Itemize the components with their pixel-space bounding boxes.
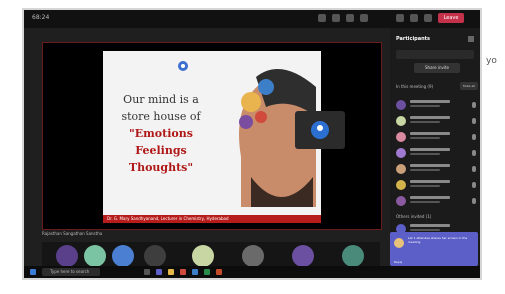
- participant-tile[interactable]: [292, 245, 314, 267]
- avatar: [396, 116, 406, 126]
- participant-name: [410, 224, 450, 227]
- slide-footer: Dr. G. Mary Sandhyanand, Lecturer in Che…: [103, 215, 321, 223]
- close-icon[interactable]: [468, 36, 474, 42]
- pinned-participant-name: Rajasthan Sangathan Sanstha: [42, 231, 103, 236]
- mic-icon: [472, 118, 476, 124]
- participant-role: [410, 121, 440, 123]
- windows-icon[interactable]: [30, 269, 36, 275]
- camera-icon[interactable]: [396, 14, 404, 22]
- slide-line: Feelings: [135, 144, 187, 157]
- others-invited-label: Others invited (1): [396, 214, 432, 219]
- mic-icon[interactable]: [410, 14, 418, 22]
- participant-name: [410, 116, 450, 119]
- participant-tile[interactable]: [56, 245, 78, 267]
- avatar: [396, 196, 406, 206]
- excel-icon[interactable]: [204, 269, 210, 275]
- teams-icon[interactable]: [156, 269, 162, 275]
- participants-panel: Participants Share invite In this meetin…: [390, 28, 480, 266]
- taskbar-search[interactable]: Type here to search: [42, 268, 100, 276]
- presentation-slide: Our mind is a store house of "Emotions F…: [103, 51, 321, 223]
- share-invite-button[interactable]: Share invite: [414, 63, 460, 73]
- list-item[interactable]: [396, 98, 476, 112]
- list-item[interactable]: [396, 162, 476, 176]
- chat-icon[interactable]: [332, 14, 340, 22]
- participant-tile[interactable]: [342, 245, 364, 267]
- participant-name: [410, 148, 450, 151]
- participant-tile[interactable]: [84, 245, 106, 267]
- title-bar: 68:24 Leave: [24, 10, 480, 28]
- list-item[interactable]: [396, 146, 476, 160]
- participant-role: [410, 169, 440, 171]
- raise-hand-icon[interactable]: [346, 14, 354, 22]
- mic-icon: [472, 198, 476, 204]
- notification-toast[interactable]: Let 1 attendee shares her screen in the …: [390, 232, 478, 266]
- shield-icon: [178, 61, 188, 71]
- mute-all-button[interactable]: Mute all: [460, 82, 478, 90]
- leave-button[interactable]: Leave: [438, 13, 464, 23]
- participant-tile[interactable]: [112, 245, 134, 267]
- edge-icon[interactable]: [192, 269, 198, 275]
- participant-name: [410, 132, 450, 135]
- participant-role: [410, 137, 440, 139]
- slide-text: Our mind is a store house of "Emotions F…: [111, 91, 211, 176]
- list-item[interactable]: [396, 194, 476, 208]
- participant-role: [410, 229, 440, 231]
- participant-tile[interactable]: [192, 245, 214, 267]
- participant-role: [410, 185, 440, 187]
- slide-line: store house of: [121, 110, 201, 123]
- more-icon[interactable]: [360, 14, 368, 22]
- slide-line: Thoughts": [128, 161, 194, 174]
- participant-role: [410, 201, 440, 203]
- participant-tile[interactable]: [144, 245, 166, 267]
- avatar: [396, 132, 406, 142]
- participant-role: [410, 105, 440, 107]
- mic-icon: [472, 134, 476, 140]
- mic-icon: [472, 102, 476, 108]
- taskbar: Type here to search: [24, 266, 480, 278]
- task-view-icon[interactable]: [144, 269, 150, 275]
- mic-icon: [472, 182, 476, 188]
- list-item[interactable]: [396, 178, 476, 192]
- panel-title: Participants: [396, 36, 431, 42]
- avatar: [396, 148, 406, 158]
- avatar: [396, 100, 406, 110]
- avatar: [396, 164, 406, 174]
- participant-name: [410, 100, 450, 103]
- shared-screen: Our mind is a store house of "Emotions F…: [42, 42, 382, 230]
- people-icon[interactable]: [318, 14, 326, 22]
- slide-line: "Emotions: [129, 127, 193, 140]
- powerpoint-icon[interactable]: [216, 269, 222, 275]
- participant-role: [410, 153, 440, 155]
- folder-icon[interactable]: [168, 269, 174, 275]
- slide-line: Our mind is a: [123, 93, 199, 106]
- reply-button[interactable]: Reply: [394, 260, 402, 264]
- participant-name: [410, 180, 450, 183]
- avatar: [311, 121, 329, 139]
- search-input[interactable]: [396, 50, 474, 59]
- participant-name: [410, 196, 450, 199]
- avatar: [394, 238, 404, 248]
- participant-tile[interactable]: [242, 245, 264, 267]
- list-item[interactable]: [396, 130, 476, 144]
- mic-icon: [472, 150, 476, 156]
- chrome-icon[interactable]: [180, 269, 186, 275]
- list-item[interactable]: [396, 114, 476, 128]
- meeting-timer: 68:24: [32, 14, 50, 21]
- background-text: yo: [486, 56, 497, 66]
- meeting-window: 68:24 Leave Our mind is a store house of…: [22, 8, 482, 280]
- avatar: [396, 180, 406, 190]
- share-screen-icon[interactable]: [424, 14, 432, 22]
- toast-text: Let 1 attendee shares her screen in the …: [408, 236, 468, 244]
- participant-name: [410, 164, 450, 167]
- in-meeting-label: In this meeting (9): [396, 84, 434, 89]
- presenter-video[interactable]: [295, 111, 345, 149]
- mic-icon: [472, 166, 476, 172]
